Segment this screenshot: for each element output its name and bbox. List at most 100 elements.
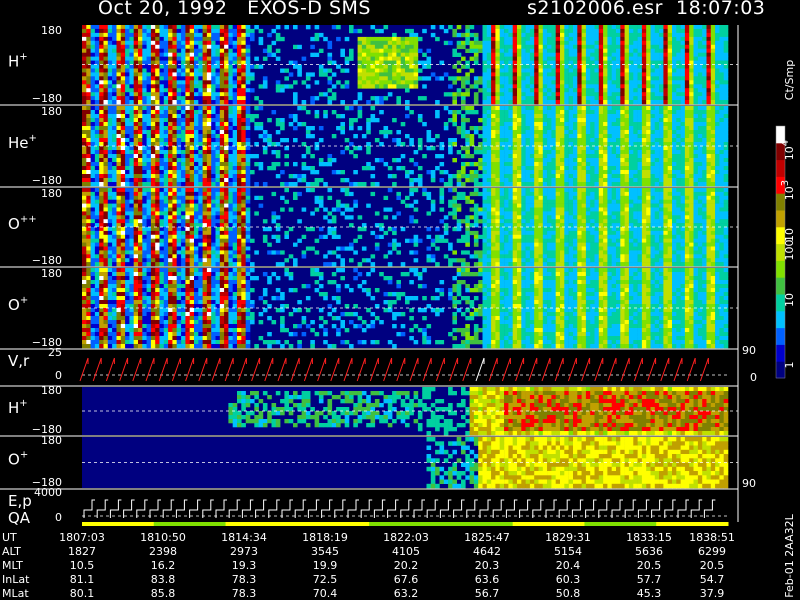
heatmap-cell <box>473 56 479 61</box>
heatmap-cell <box>715 52 720 57</box>
heatmap-cell <box>564 130 569 135</box>
heatmap-cell <box>112 126 117 131</box>
heatmap-cell <box>495 28 500 34</box>
heatmap-cell <box>125 258 130 263</box>
heatmap-cell <box>517 110 522 115</box>
heatmap-cell <box>172 48 177 53</box>
heatmap-cell <box>551 174 556 179</box>
heatmap-cell <box>693 106 699 111</box>
heatmap-cell <box>189 76 195 81</box>
heatmap-cell <box>680 80 686 85</box>
heatmap-cell <box>138 238 143 243</box>
heatmap-cell <box>219 146 225 151</box>
heatmap-cell <box>654 138 660 143</box>
heatmap-cell <box>512 126 518 131</box>
heatmap-cell <box>228 106 233 111</box>
heatmap-cell <box>366 36 371 42</box>
heatmap-cell <box>150 227 156 232</box>
heatmap-cell <box>90 44 96 50</box>
heatmap-cell <box>219 40 225 46</box>
heatmap-cell <box>94 178 100 183</box>
heatmap-cell <box>103 262 109 267</box>
heatmap-cell <box>611 158 617 163</box>
heatmap-cell <box>146 52 152 57</box>
heatmap-cell <box>228 44 233 50</box>
heatmap-cell <box>581 100 587 105</box>
heatmap-cell <box>383 56 389 61</box>
heatmap-cell <box>396 40 401 46</box>
heatmap-cell <box>142 25 147 30</box>
heatmap-cell <box>590 36 595 42</box>
heatmap-cell <box>103 118 109 123</box>
heatmap-cell <box>228 100 233 105</box>
heatmap-cell <box>495 158 500 163</box>
heatmap-cell <box>155 48 160 53</box>
heatmap-cell <box>228 68 233 73</box>
heatmap-cell <box>189 106 195 111</box>
heatmap-cell <box>542 84 548 89</box>
heatmap-cell <box>547 72 552 77</box>
heatmap-cell <box>172 146 177 151</box>
heatmap-cell <box>715 170 720 175</box>
heatmap-cell <box>232 114 238 119</box>
heatmap-cell <box>499 56 505 61</box>
heatmap-cell <box>159 72 165 77</box>
heatmap-cell <box>103 211 109 216</box>
heatmap-cell <box>107 230 113 236</box>
heatmap-cell <box>693 56 699 61</box>
heatmap-cell <box>667 56 673 61</box>
heatmap-cell <box>611 52 617 57</box>
heatmap-cell <box>206 92 212 97</box>
heatmap-cell <box>598 28 604 34</box>
heatmap-cell <box>133 246 139 251</box>
heatmap-cell <box>297 178 302 183</box>
heatmap-cell <box>138 134 143 139</box>
heatmap-cell <box>116 80 122 85</box>
heatmap-cell <box>663 110 668 115</box>
heatmap-cell <box>331 110 337 115</box>
heatmap-cell <box>715 162 720 167</box>
heatmap-cell <box>465 72 470 77</box>
heatmap-cell <box>499 126 505 131</box>
heatmap-cell <box>689 48 694 53</box>
heatmap-cell <box>448 174 453 179</box>
heatmap-cell <box>176 32 182 38</box>
heatmap-cell <box>181 158 186 163</box>
heatmap-cell <box>215 166 221 171</box>
heatmap-cell <box>616 64 621 69</box>
heatmap-cell <box>710 84 716 89</box>
heatmap-cell <box>284 182 289 187</box>
heatmap-cell <box>241 80 246 85</box>
heatmap-cell <box>198 146 203 151</box>
heatmap-cell <box>659 48 664 53</box>
heatmap-cell <box>693 68 699 73</box>
heatmap-cell <box>452 174 457 179</box>
heatmap-cell <box>125 146 130 151</box>
heatmap-cell <box>150 100 156 105</box>
heatmap-cell <box>409 80 414 85</box>
heatmap-cell <box>120 162 126 167</box>
heatmap-cell <box>357 80 363 85</box>
heatmap-cell <box>659 118 664 123</box>
heatmap-cell <box>585 162 591 167</box>
heatmap-cell <box>628 84 634 89</box>
heatmap-cell <box>374 72 380 77</box>
heatmap-cell <box>495 52 500 57</box>
heatmap-cell <box>456 32 462 38</box>
heatmap-cell <box>112 238 117 243</box>
heatmap-cell <box>659 52 664 57</box>
heatmap-cell <box>185 84 190 89</box>
heatmap-cell <box>189 122 195 127</box>
heatmap-cell <box>512 48 518 53</box>
heatmap-cell <box>684 40 690 46</box>
heatmap-cell <box>94 170 100 175</box>
heatmap-cell <box>150 199 156 204</box>
heatmap-cell <box>405 68 410 73</box>
heatmap-cell <box>560 122 565 127</box>
heatmap-cell <box>168 106 173 111</box>
heatmap-cell <box>702 56 707 61</box>
heatmap-cell <box>361 68 367 73</box>
heatmap-cell <box>310 182 315 187</box>
heatmap-cell <box>512 122 518 127</box>
heatmap-cell <box>598 162 604 167</box>
